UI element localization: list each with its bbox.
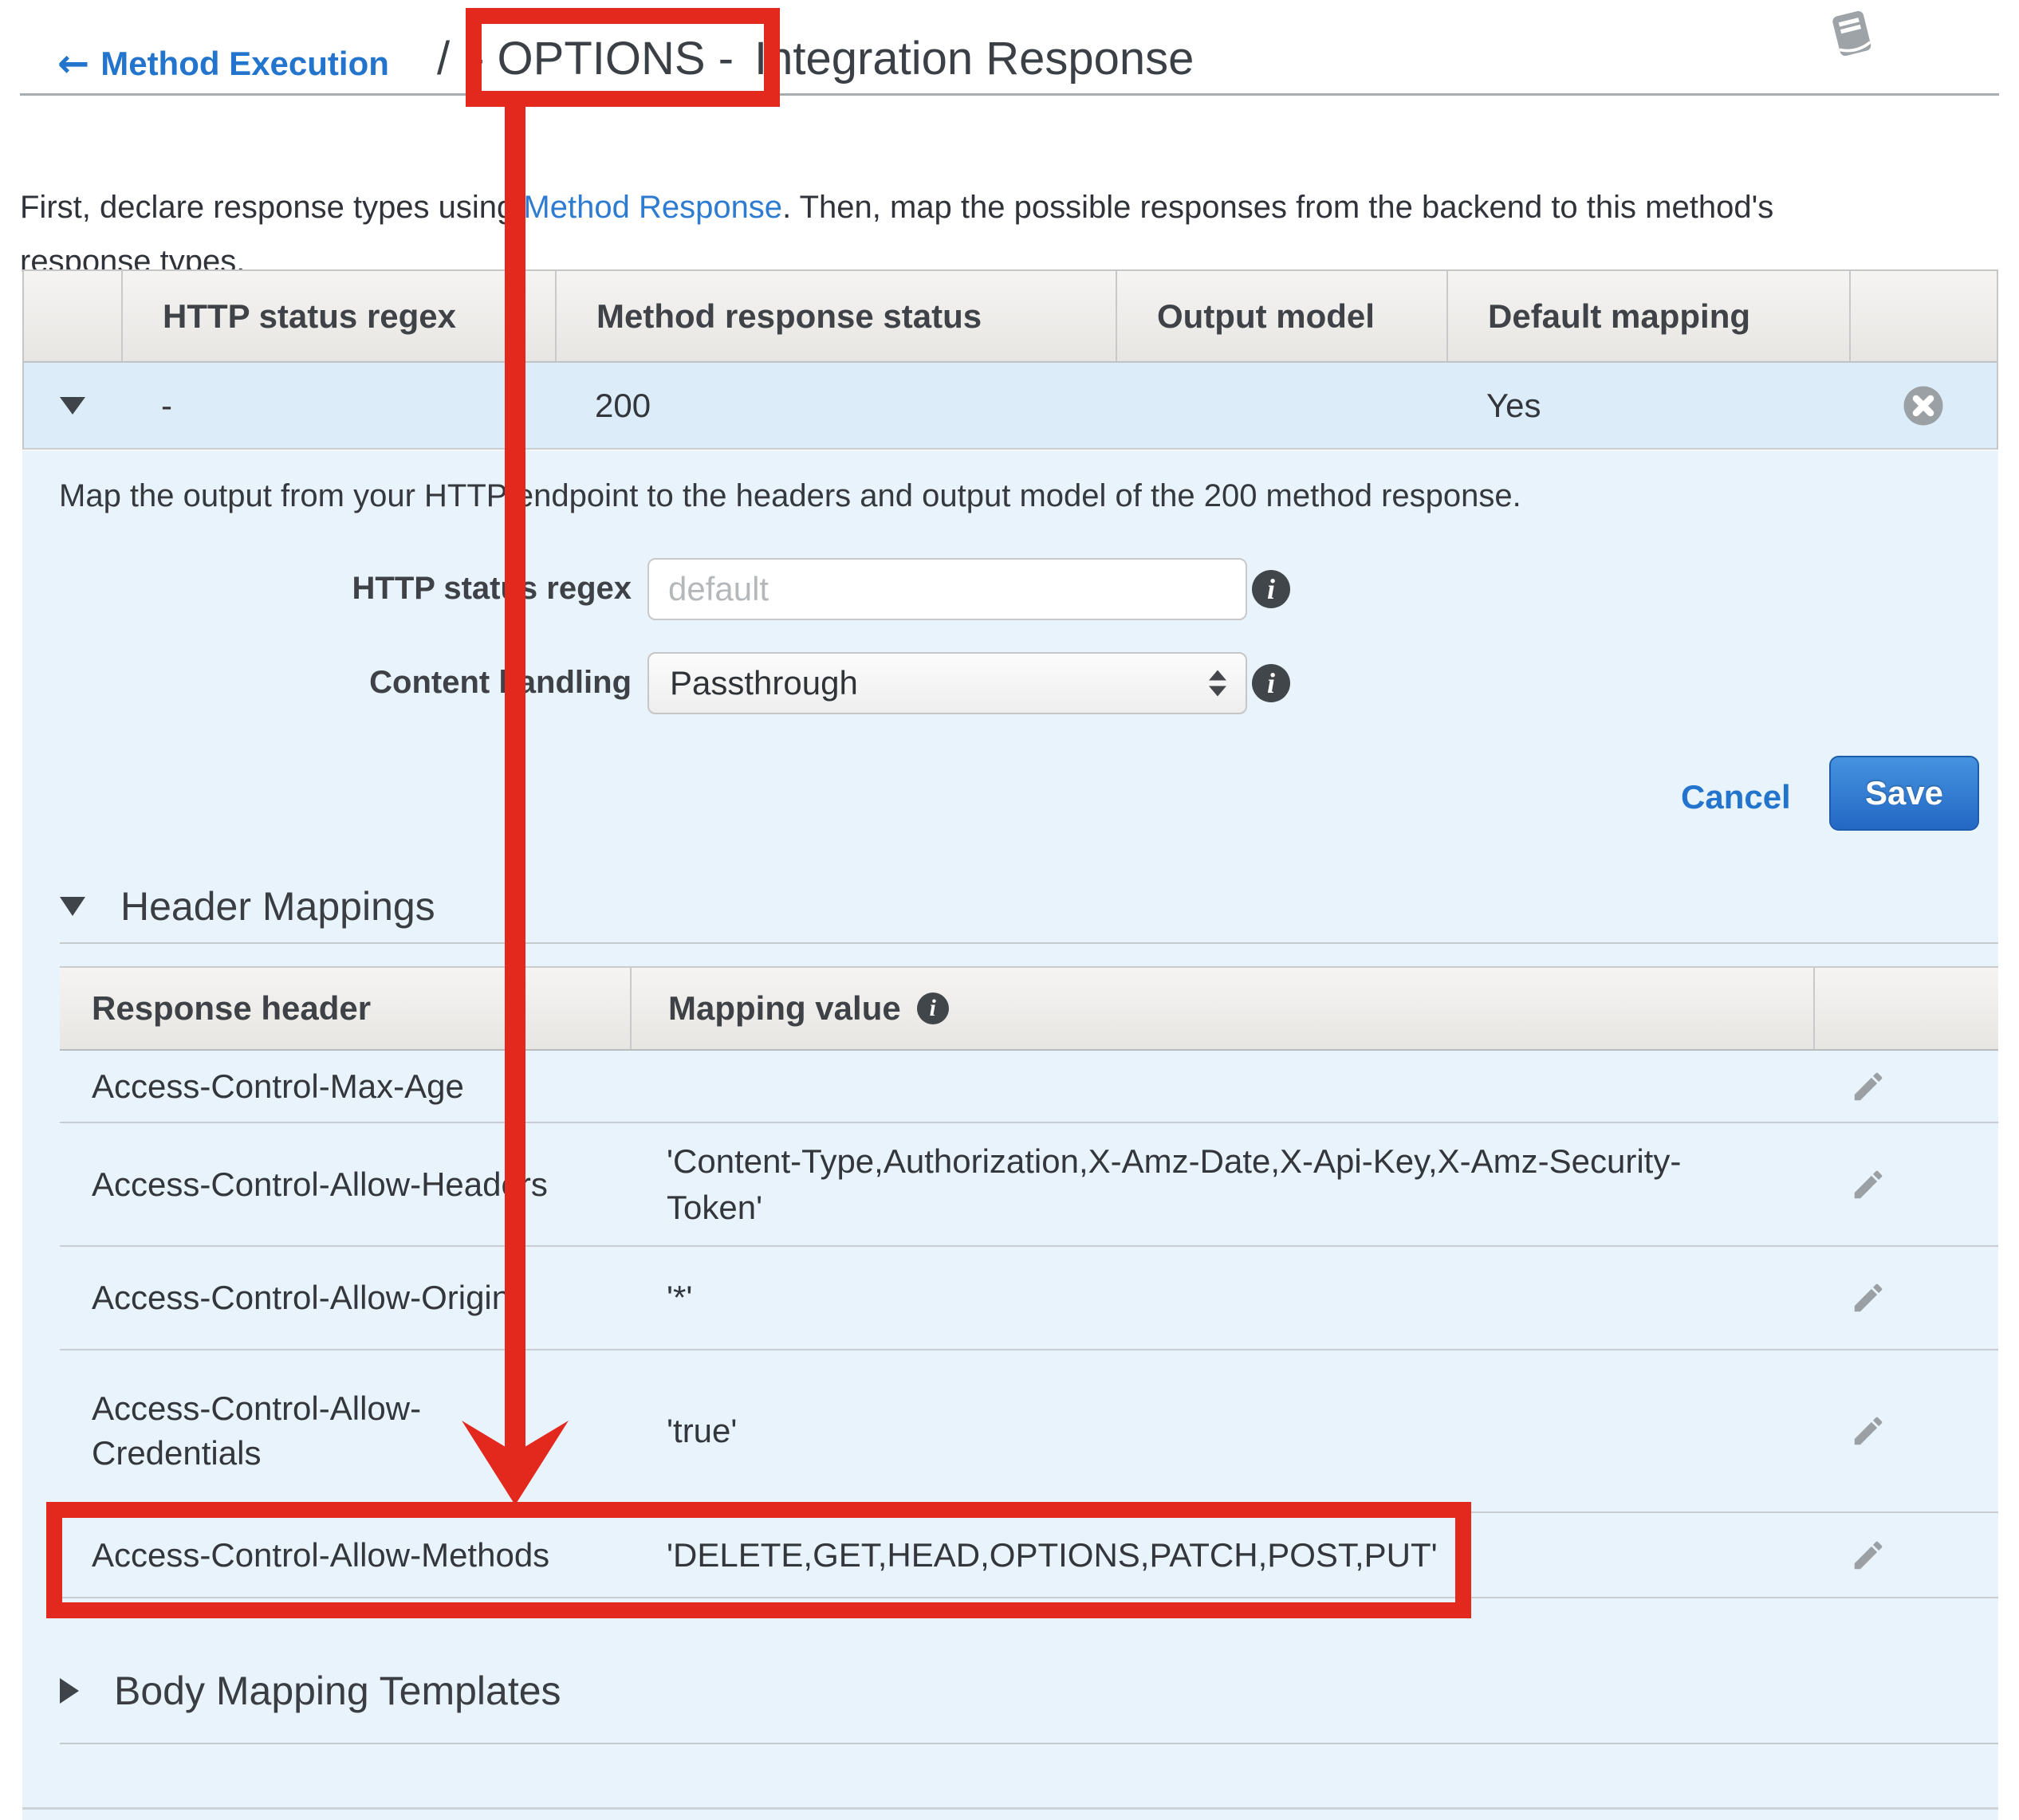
annotation-arrow-line (505, 104, 525, 1455)
response-header-name: Access-Control-Allow-Headers (92, 1162, 570, 1207)
documentation-book-icon[interactable] (1826, 6, 1880, 62)
mapping-value: 'true' (667, 1408, 1735, 1454)
actions-column-header (1849, 271, 1997, 361)
delete-response-icon[interactable] (1901, 383, 1946, 428)
chevron-down-icon (60, 897, 85, 916)
response-table-header: HTTP status regex Method response status… (24, 271, 1997, 363)
column-mapping-value: Mapping value i (630, 968, 1813, 1049)
row-http-status-regex: - (121, 363, 555, 448)
header-mapping-row: Access-Control-Allow-Credentials 'true' (60, 1350, 1998, 1513)
section-divider (60, 942, 1998, 944)
response-header-name: Access-Control-Allow-Origin (92, 1276, 570, 1320)
row-method-response-status: 200 (555, 363, 1116, 448)
integration-response-page: ← Method Execution /- OPTIONS -Integrati… (0, 0, 2019, 1820)
body-mapping-templates-section-toggle[interactable]: Body Mapping Templates (60, 1668, 561, 1714)
edit-mapping-icon[interactable] (1850, 1166, 1887, 1203)
bottom-divider (22, 1807, 1998, 1810)
http-status-regex-label: HTTP status regex (223, 571, 632, 607)
edit-mapping-icon[interactable] (1850, 1537, 1887, 1574)
panel-description: Map the output from your HTTP endpoint t… (59, 478, 1521, 514)
select-stepper-icon (1209, 670, 1226, 697)
response-row-200[interactable]: - 200 Yes (24, 363, 1997, 450)
left-arrow-icon: ← (57, 47, 89, 81)
mapping-value: 'Content-Type,Authorization,X-Amz-Date,X… (667, 1138, 1735, 1231)
column-default-mapping: Default mapping (1446, 271, 1849, 361)
mapping-value: '*' (667, 1275, 1735, 1321)
http-status-regex-input[interactable] (647, 558, 1247, 620)
header-mappings-title: Header Mappings (120, 883, 435, 930)
content-handling-label: Content handling (223, 665, 632, 701)
info-icon[interactable]: i (917, 993, 949, 1024)
content-handling-value: Passthrough (670, 664, 858, 702)
page-title-rest: Integration Response (754, 33, 1194, 85)
header-divider (20, 93, 1999, 96)
header-mappings-section-toggle[interactable]: Header Mappings (60, 883, 435, 930)
row-output-model (1116, 363, 1446, 448)
cancel-button[interactable]: Cancel (1681, 778, 1791, 816)
actions-column-header (1813, 968, 1998, 1049)
header-mapping-row: Access-Control-Max-Age (60, 1051, 1998, 1123)
header-mapping-row: Access-Control-Allow-Origin '*' (60, 1247, 1998, 1350)
header-mappings-table-header: Response header Mapping value i (60, 966, 1998, 1051)
header-mapping-row: Access-Control-Allow-Headers 'Content-Ty… (60, 1123, 1998, 1247)
integration-response-table: HTTP status regex Method response status… (22, 269, 1998, 450)
section-divider (60, 1743, 1998, 1744)
annotation-box-allow-methods (46, 1502, 1471, 1618)
column-response-header: Response header (60, 968, 630, 1049)
edit-mapping-icon[interactable] (1850, 1413, 1887, 1449)
collapse-row-icon[interactable] (60, 397, 85, 415)
edit-mapping-icon[interactable] (1850, 1280, 1887, 1316)
column-output-model: Output model (1116, 271, 1446, 361)
row-default-mapping: Yes (1446, 363, 1849, 448)
back-link-label: Method Execution (100, 45, 389, 83)
info-icon[interactable]: i (1252, 570, 1290, 608)
breadcrumb-separator: / (437, 33, 450, 85)
column-http-status-regex: HTTP status regex (121, 271, 555, 361)
column-method-response-status: Method response status (555, 271, 1116, 361)
content-handling-select[interactable]: Passthrough (647, 652, 1247, 714)
body-mapping-templates-title: Body Mapping Templates (114, 1668, 561, 1714)
annotation-box-options (466, 8, 780, 107)
save-button[interactable]: Save (1829, 756, 1979, 831)
edit-mapping-icon[interactable] (1850, 1068, 1887, 1105)
chevron-right-icon (60, 1678, 79, 1704)
method-response-link[interactable]: Method Response (523, 190, 782, 225)
expander-column-header (24, 271, 121, 361)
info-icon[interactable]: i (1252, 664, 1290, 702)
back-link-method-execution[interactable]: ← Method Execution (57, 45, 389, 83)
response-header-name: Access-Control-Max-Age (92, 1064, 570, 1109)
